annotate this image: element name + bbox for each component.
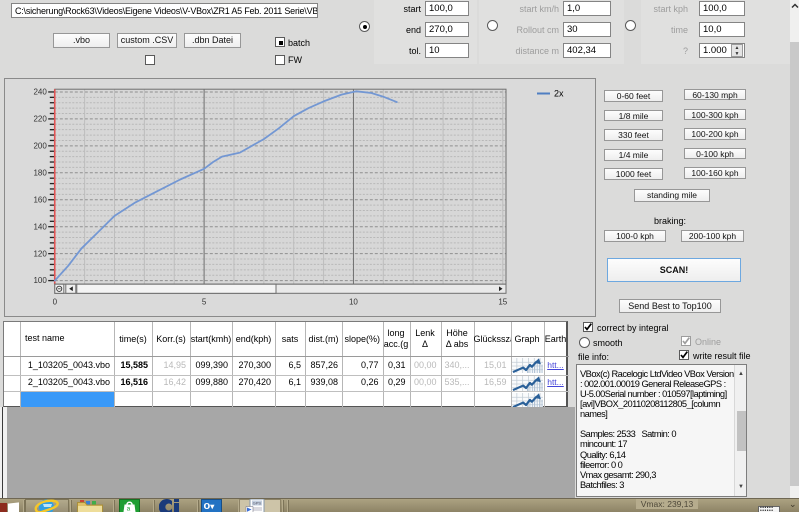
svg-text:0: 0 bbox=[53, 298, 58, 307]
svg-text:240: 240 bbox=[33, 88, 47, 97]
svg-text:220: 220 bbox=[33, 115, 47, 124]
svg-text:100: 100 bbox=[33, 276, 47, 285]
svg-text:200: 200 bbox=[33, 141, 47, 150]
svg-text:2x: 2x bbox=[554, 89, 564, 99]
svg-text:140: 140 bbox=[33, 222, 47, 231]
svg-text:120: 120 bbox=[33, 249, 47, 258]
svg-text:15: 15 bbox=[498, 298, 507, 307]
svg-text:a: a bbox=[127, 506, 131, 512]
svg-text:5: 5 bbox=[202, 298, 207, 307]
svg-text:10: 10 bbox=[349, 298, 358, 307]
svg-text:GPS: GPS bbox=[253, 501, 262, 506]
svg-text:180: 180 bbox=[33, 168, 47, 177]
svg-text:160: 160 bbox=[33, 195, 47, 204]
